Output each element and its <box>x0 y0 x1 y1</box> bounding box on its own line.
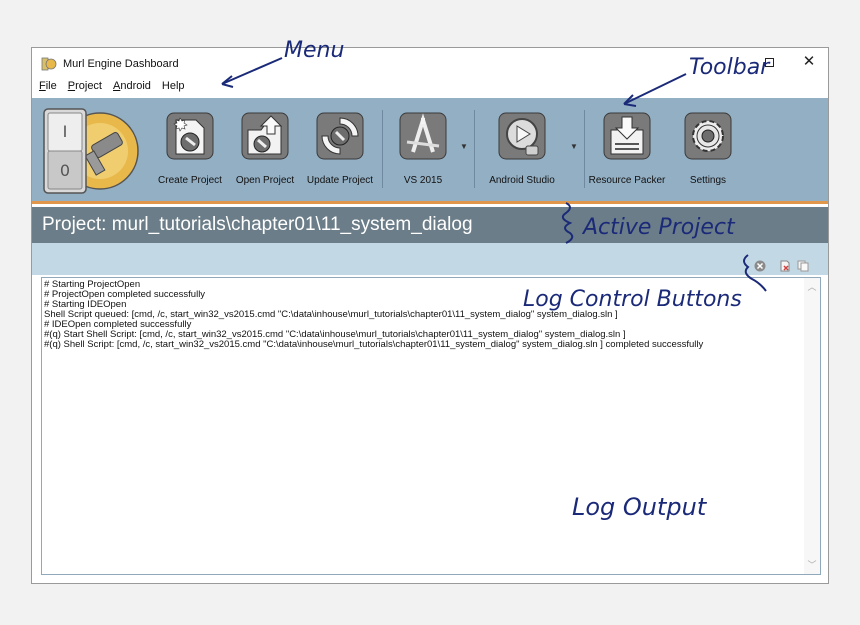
settings-icon <box>684 112 732 160</box>
clear-log-icon[interactable] <box>754 260 766 272</box>
scroll-up-icon[interactable]: ︿ <box>804 280 820 294</box>
vs2015-label: VS 2015 <box>403 175 443 186</box>
app-icon <box>41 57 57 71</box>
update-project-label: Update Project <box>306 175 374 186</box>
vs2015-dropdown-icon[interactable]: ▼ <box>460 142 468 151</box>
android-studio-label: Android Studio <box>489 175 555 186</box>
log-line: #(q) Shell Script: [cmd, /c, start_win32… <box>44 339 704 350</box>
main-window: Murl Engine Dashboard ✕ File Project And… <box>31 47 829 584</box>
settings-label: Settings <box>689 175 727 186</box>
window-title: Murl Engine Dashboard <box>63 58 179 70</box>
murl-logo-icon: I 0 <box>43 108 139 194</box>
open-project-label: Open Project <box>235 175 295 186</box>
vs2015-button[interactable]: VS 2015 <box>388 112 458 192</box>
annotation-menu: Menu <box>284 38 345 63</box>
update-project-button[interactable]: Update Project <box>302 112 378 192</box>
toolbar-separator <box>474 110 475 188</box>
menu-help[interactable]: Help <box>162 80 185 96</box>
annotation-toolbar: Toolbar <box>689 55 770 80</box>
menu-android[interactable]: Android <box>113 80 151 96</box>
copy-log-icon[interactable] <box>797 260 809 272</box>
toolbar-separator <box>382 110 383 188</box>
create-project-label: Create Project <box>158 175 222 186</box>
update-project-icon <box>316 112 364 160</box>
scroll-down-icon[interactable]: ﹀ <box>804 558 820 572</box>
annotation-active-project: Active Project <box>583 215 735 240</box>
switch-top-label: I <box>63 122 68 141</box>
delete-log-icon[interactable] <box>779 260 791 272</box>
resource-packer-button[interactable]: Resource Packer <box>587 112 667 192</box>
android-studio-dropdown-icon[interactable]: ▼ <box>570 142 578 151</box>
switch-bottom-label: 0 <box>60 161 70 180</box>
annotation-log-controls: Log Control Buttons <box>523 287 742 312</box>
resource-packer-label: Resource Packer <box>588 175 666 186</box>
android-studio-button[interactable]: Android Studio <box>482 112 562 192</box>
create-project-icon <box>166 112 214 160</box>
log-scrollbar[interactable]: ︿ ﹀ <box>804 278 820 574</box>
menu-bar: File Project Android Help <box>39 80 185 96</box>
open-project-button[interactable]: Open Project <box>229 112 301 192</box>
open-project-icon <box>241 112 289 160</box>
android-studio-icon <box>498 112 546 160</box>
active-project-label: Project: murl_tutorials\chapter01\11_sys… <box>42 214 473 235</box>
resource-packer-icon <box>603 112 651 160</box>
log-controls-area <box>32 243 828 275</box>
menu-project[interactable]: Project <box>68 80 102 96</box>
menu-file[interactable]: File <box>39 80 57 96</box>
create-project-button[interactable]: Create Project <box>154 112 226 192</box>
log-output[interactable]: # Starting ProjectOpen # ProjectOpen com… <box>41 277 821 575</box>
vs2015-icon <box>399 112 447 160</box>
close-button[interactable]: ✕ <box>798 52 820 72</box>
toolbar: I 0 Create Project Open Project Update P… <box>32 98 828 204</box>
toolbar-separator <box>584 110 585 188</box>
annotation-log-output: Log Output <box>572 493 707 521</box>
settings-button[interactable]: Settings <box>673 112 743 192</box>
